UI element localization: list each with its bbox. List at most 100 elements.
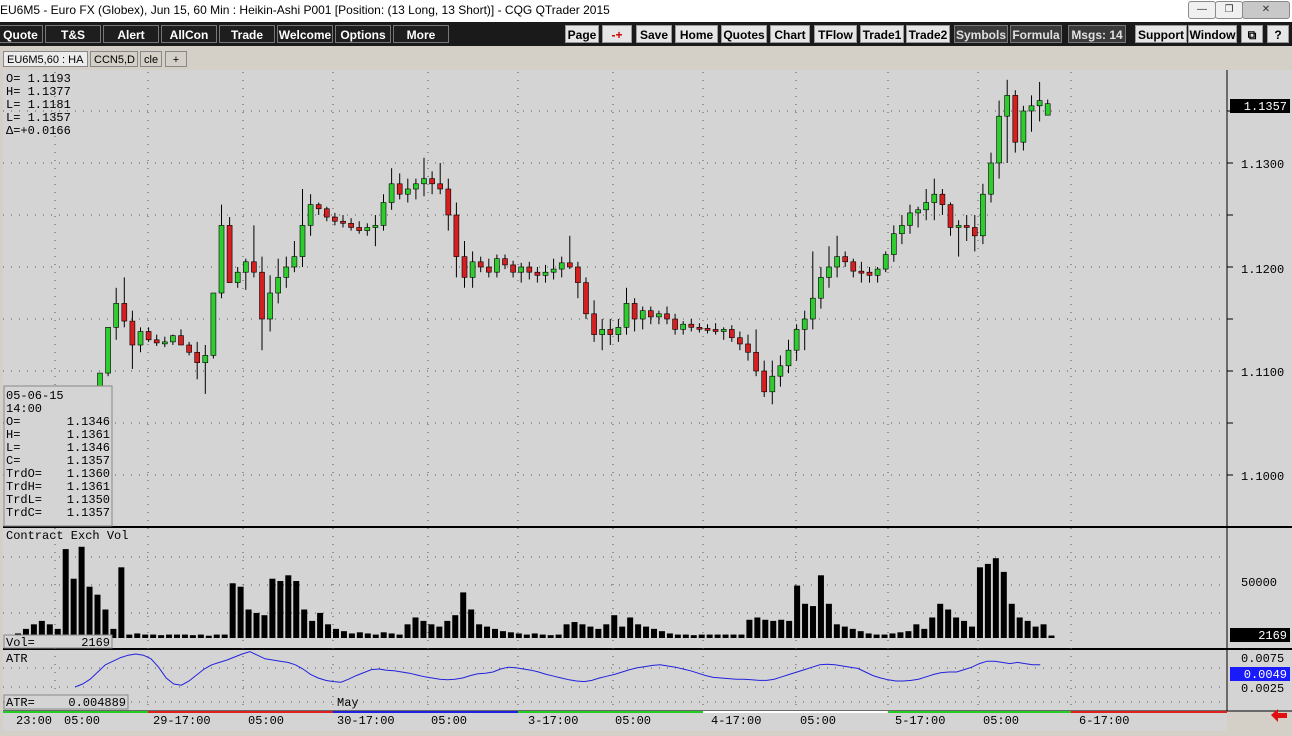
minimize-button[interactable]: — <box>1188 1 1216 19</box>
detach-window-button[interactable]: ⧉ <box>1241 25 1263 43</box>
volume-bar <box>436 626 443 638</box>
candle-body <box>404 188 411 195</box>
volume-bar <box>1008 603 1015 638</box>
volume-bar <box>1016 617 1023 638</box>
candle-body <box>388 183 395 203</box>
messages-button[interactable]: Msgs: 14 <box>1068 25 1126 43</box>
candle-body <box>575 266 581 283</box>
cursor-row-key: O= <box>6 415 20 429</box>
candle-body <box>226 225 233 283</box>
tflow-button[interactable]: TFlow <box>814 25 857 43</box>
ohlc-high: H= 1.1377 <box>6 85 71 99</box>
time-and-sales-button[interactable]: T&S <box>45 25 101 43</box>
help-button[interactable]: ? <box>1267 25 1289 43</box>
help-icon: ? <box>1274 28 1282 42</box>
volume-bar <box>833 624 840 638</box>
window-button[interactable]: Window <box>1188 25 1237 43</box>
current-price-value: 1.1357 <box>1244 100 1287 114</box>
candle-body <box>307 204 314 226</box>
session-color-bars <box>3 711 1227 713</box>
save-button[interactable]: Save <box>636 25 672 43</box>
atr-tick-label: 0.0025 <box>1241 682 1284 696</box>
support-button[interactable]: Support <box>1135 25 1187 43</box>
cursor-row-value: 1.1357 <box>67 454 110 468</box>
volume-bar <box>428 624 435 638</box>
candle-body <box>364 227 371 231</box>
volume-bar <box>1032 626 1039 638</box>
trade1-button[interactable]: Trade1 <box>860 25 904 43</box>
more-button[interactable]: More <box>393 25 449 43</box>
symbols-button[interactable]: Symbols <box>954 25 1008 43</box>
candle-body <box>971 227 978 237</box>
volume-bar <box>889 633 896 638</box>
tab-ccn5[interactable]: CCN5,D <box>90 51 138 67</box>
cursor-row-value: 1.1346 <box>67 415 110 429</box>
volume-bar <box>404 624 411 638</box>
candle-body <box>194 351 200 363</box>
candle-body <box>1004 95 1011 117</box>
candle-body <box>348 223 354 228</box>
current-atr-marker: 0.0049 <box>1230 667 1290 682</box>
add-tab-button[interactable]: + <box>165 51 187 67</box>
candle-body <box>631 303 638 320</box>
chart-button[interactable]: Chart <box>770 25 810 43</box>
cursor-row-value: 1.1350 <box>67 493 110 507</box>
volume-bar <box>849 628 856 638</box>
tab-eu6m5[interactable]: EU6M5,60 : HA <box>3 51 88 67</box>
volume-bar <box>770 620 777 638</box>
volume-bar <box>825 603 832 638</box>
volume-bar <box>468 609 475 638</box>
candle-body <box>1044 103 1051 116</box>
chart-canvas[interactable]: O= 1.1193 H= 1.1377 L= 1.1181 L= 1.1357 … <box>3 70 1292 731</box>
candle-body <box>550 268 557 273</box>
welcome-button[interactable]: Welcome <box>277 25 333 43</box>
quote-button[interactable]: Quote <box>0 25 43 43</box>
candle-body <box>162 341 168 345</box>
candle-body <box>494 258 500 273</box>
candle-body <box>712 329 719 332</box>
candle-body <box>680 323 687 330</box>
price-pane[interactable] <box>3 70 1227 527</box>
price-tick-label: 1.1200 <box>1241 263 1284 277</box>
trade2-button[interactable]: Trade2 <box>906 25 950 43</box>
volume-bar <box>78 546 85 638</box>
volume-bar <box>507 632 514 638</box>
formula-button[interactable]: Formula <box>1010 25 1062 43</box>
volume-bar <box>285 575 292 638</box>
candle-body <box>1020 110 1027 143</box>
volume-bar <box>70 578 77 638</box>
tab-cle[interactable]: cle <box>140 51 162 67</box>
volume-bar <box>635 624 642 638</box>
current-atr-value: 0.0049 <box>1244 668 1287 682</box>
close-button[interactable]: ✕ <box>1242 1 1290 19</box>
candle-body <box>704 328 711 331</box>
time-tick-label: 05:00 <box>615 714 651 728</box>
candle-body <box>745 343 751 353</box>
chart-area[interactable]: O= 1.1193 H= 1.1377 L= 1.1181 L= 1.1357 … <box>3 70 1292 731</box>
page-button[interactable]: Page <box>565 25 599 43</box>
zoom-button[interactable]: -+ <box>602 25 632 43</box>
volume-bar <box>388 633 395 638</box>
maximize-button[interactable]: ❐ <box>1215 1 1243 19</box>
volume-bar <box>476 624 483 638</box>
atr-title: ATR <box>6 652 28 666</box>
candle-body <box>186 344 192 353</box>
alert-button[interactable]: Alert <box>103 25 159 43</box>
candle-body <box>939 193 946 205</box>
volume-bar <box>348 633 355 638</box>
time-tick-label: 05:00 <box>800 714 836 728</box>
candle-body <box>437 183 444 190</box>
time-tick-label: 05:00 <box>431 714 467 728</box>
volume-bar <box>658 631 665 638</box>
trade-button[interactable]: Trade <box>219 25 275 43</box>
quotes-button[interactable]: Quotes <box>721 25 767 43</box>
volume-bar <box>651 628 657 638</box>
options-button[interactable]: Options <box>335 25 391 43</box>
candle-body <box>696 327 703 330</box>
volume-bar <box>515 633 522 638</box>
atr-readout: ATR= 0.004889 <box>3 694 129 710</box>
allcon-button[interactable]: AllCon <box>161 25 217 43</box>
candle-body <box>664 313 670 320</box>
home-button[interactable]: Home <box>675 25 718 43</box>
current-volume-value: 2169 <box>1258 629 1287 643</box>
